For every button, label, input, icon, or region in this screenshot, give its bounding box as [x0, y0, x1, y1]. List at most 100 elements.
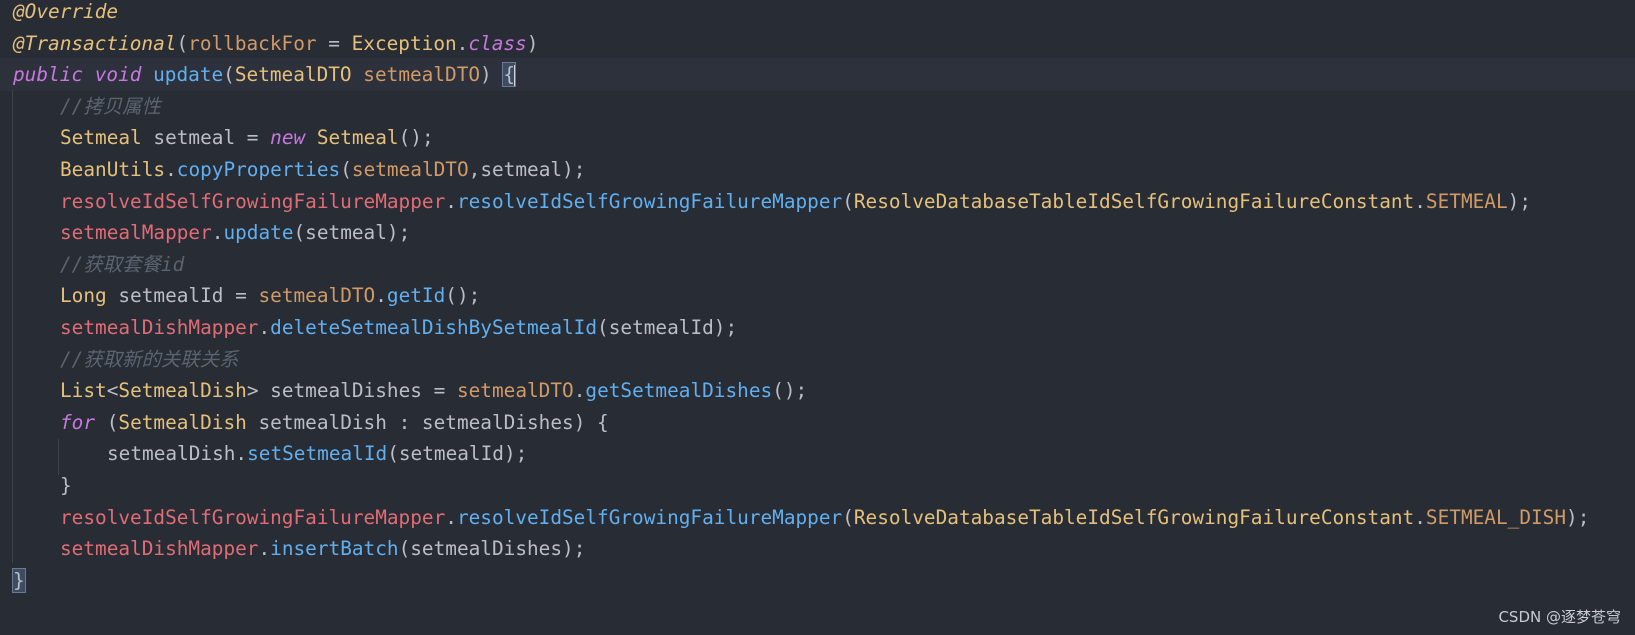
code-line[interactable]: resolveIdSelfGrowingFailureMapper.resolv… — [0, 185, 1635, 218]
code-token: class — [468, 31, 527, 55]
code-token: . — [165, 158, 177, 181]
code-line[interactable]: //拷贝属性 — [0, 90, 1635, 123]
code-token: . — [258, 537, 271, 561]
code-token: (); — [445, 284, 481, 308]
code-token: setmealDish — [107, 442, 236, 466]
code-line[interactable]: setmealDishMapper.deleteSetmealDishBySet… — [0, 311, 1635, 344]
code-token: getSetmealDishes — [585, 379, 773, 403]
code-line[interactable]: @Override — [0, 0, 1635, 28]
code-line[interactable]: //获取套餐id — [0, 248, 1635, 281]
code-token: (); — [398, 126, 434, 150]
code-token: @Override — [13, 0, 119, 23]
code-token: setmealId = — [106, 284, 259, 308]
code-token: SetmealDTO — [234, 63, 352, 87]
code-line[interactable]: resolveIdSelfGrowingFailureMapper. resolv… — [0, 501, 1635, 534]
code-line[interactable]: //获取新的关联关系 — [0, 343, 1635, 376]
code-token: setmealDTO — [258, 284, 376, 308]
code-token: //获取新的关联关系 — [60, 347, 239, 371]
watermark: CSDN @逐梦苍穹 — [1498, 608, 1621, 626]
code-token: . — [1414, 505, 1426, 529]
code-token: SETMEAL_DISH — [1425, 505, 1567, 529]
code-line[interactable]: Long setmealId = setmealDTO.getId(); — [0, 279, 1635, 312]
code-line[interactable]: } — [0, 469, 1635, 502]
code-token: for — [60, 410, 96, 434]
code-token: < — [106, 379, 119, 403]
code-token: resolveIdSelfGrowingFailureMapper — [60, 189, 446, 213]
code-token: @Transactional — [13, 31, 177, 55]
code-token: setmealDishMapper — [60, 316, 259, 339]
code-token: ( — [95, 410, 119, 434]
code-token: copyProperties — [176, 158, 341, 181]
code-token: rollbackFor — [188, 31, 317, 55]
code-line[interactable]: setmealDishMapper.insertBatch(setmealDis… — [0, 532, 1635, 565]
code-token: resolveIdSelfGrowingFailureMapper — [60, 505, 446, 529]
code-token: (setmeal); — [293, 221, 411, 245]
code-token: List — [60, 379, 107, 403]
code-token: . — [1414, 189, 1426, 213]
code-line[interactable]: Setmeal setmeal = new Setmeal(); — [0, 121, 1635, 154]
code-token: ) — [526, 31, 539, 55]
code-token: = — [316, 31, 352, 55]
code-token: public — [13, 63, 84, 87]
code-line[interactable]: for (SetmealDish setmealDish : setmealDi… — [0, 406, 1635, 439]
code-token: . — [375, 284, 387, 308]
code-token: . — [445, 189, 457, 213]
code-token: (setmealDishes); — [398, 537, 586, 561]
code-line[interactable]: @Transactional(rollbackFor = Exception.c… — [0, 27, 1635, 60]
code-token: ( — [340, 158, 352, 181]
code-token: . — [258, 316, 271, 339]
code-token: setmealDishMapper — [60, 537, 259, 561]
code-token: . — [235, 442, 248, 466]
code-token: ResolveDatabaseTableIdSelfGrowingFailure… — [853, 505, 1415, 529]
code-token: ( — [176, 31, 189, 55]
code-token: deleteSetmealDishBySetmealId — [270, 316, 598, 339]
code-token: Long — [60, 284, 107, 308]
code-token: void — [94, 63, 142, 87]
code-line[interactable]: setmealDish.setSetmealId(setmealId); — [0, 437, 1635, 470]
code-token: resolveIdSelfGrowingFailureMapper — [456, 505, 843, 529]
code-token: resolveIdSelfGrowingFailureMapper — [456, 189, 843, 213]
code-token: > setmealDishes = — [246, 379, 457, 403]
indent-guide-method — [12, 90, 13, 563]
code-line[interactable]: } — [0, 564, 1635, 597]
code-token: (setmealId); — [597, 316, 738, 339]
code-token: ); — [1507, 189, 1532, 213]
code-token: Setmeal — [316, 126, 399, 150]
indent-guide-for-loop — [58, 439, 59, 475]
code-token: ( — [223, 63, 235, 87]
code-token: setmeal = — [141, 126, 271, 150]
code-token: (); — [772, 379, 808, 403]
code-line[interactable]: BeanUtils.copyProperties(setmealDTO,setm… — [0, 153, 1635, 186]
code-line[interactable]: List<SetmealDish> setmealDishes = setmea… — [0, 374, 1635, 407]
code-token: Setmeal — [60, 126, 142, 150]
code-token: update — [223, 221, 294, 245]
text-caret — [514, 64, 517, 87]
code-token: new — [270, 126, 306, 150]
code-token: (setmealId); — [387, 442, 528, 466]
code-token: setmealDTO — [351, 158, 469, 181]
code-token: //拷贝属性 — [60, 94, 161, 118]
code-token: } — [60, 474, 72, 497]
code-token: ( — [842, 505, 854, 529]
code-token: setmealDTO — [363, 63, 481, 87]
code-line[interactable]: setmealMapper.update(setmeal); — [0, 216, 1635, 249]
code-token: setmealMapper — [60, 221, 212, 245]
code-line[interactable]: public void update(SetmealDTO setmealDTO… — [0, 58, 1635, 92]
code-token: setmealDTO — [456, 379, 574, 403]
code-token: setmealDish : setmealDishes) { — [246, 410, 609, 434]
code-token: Exception — [351, 31, 457, 55]
code-token: insertBatch — [270, 537, 399, 561]
code-token: update — [153, 63, 224, 87]
code-token: ( — [842, 189, 854, 213]
code-token: ResolveDatabaseTableIdSelfGrowingFailure… — [853, 189, 1415, 213]
code-token: SetmealDish — [118, 379, 247, 403]
code-token: SETMEAL — [1425, 189, 1508, 213]
code-token: ) — [480, 63, 504, 87]
code-token: } — [12, 567, 26, 593]
code-token: ,setmeal); — [468, 158, 586, 181]
code-token: //获取套餐id — [60, 252, 185, 276]
code-editor[interactable]: @Override @Transactional(rollbackFor = Ex… — [0, 0, 1635, 635]
